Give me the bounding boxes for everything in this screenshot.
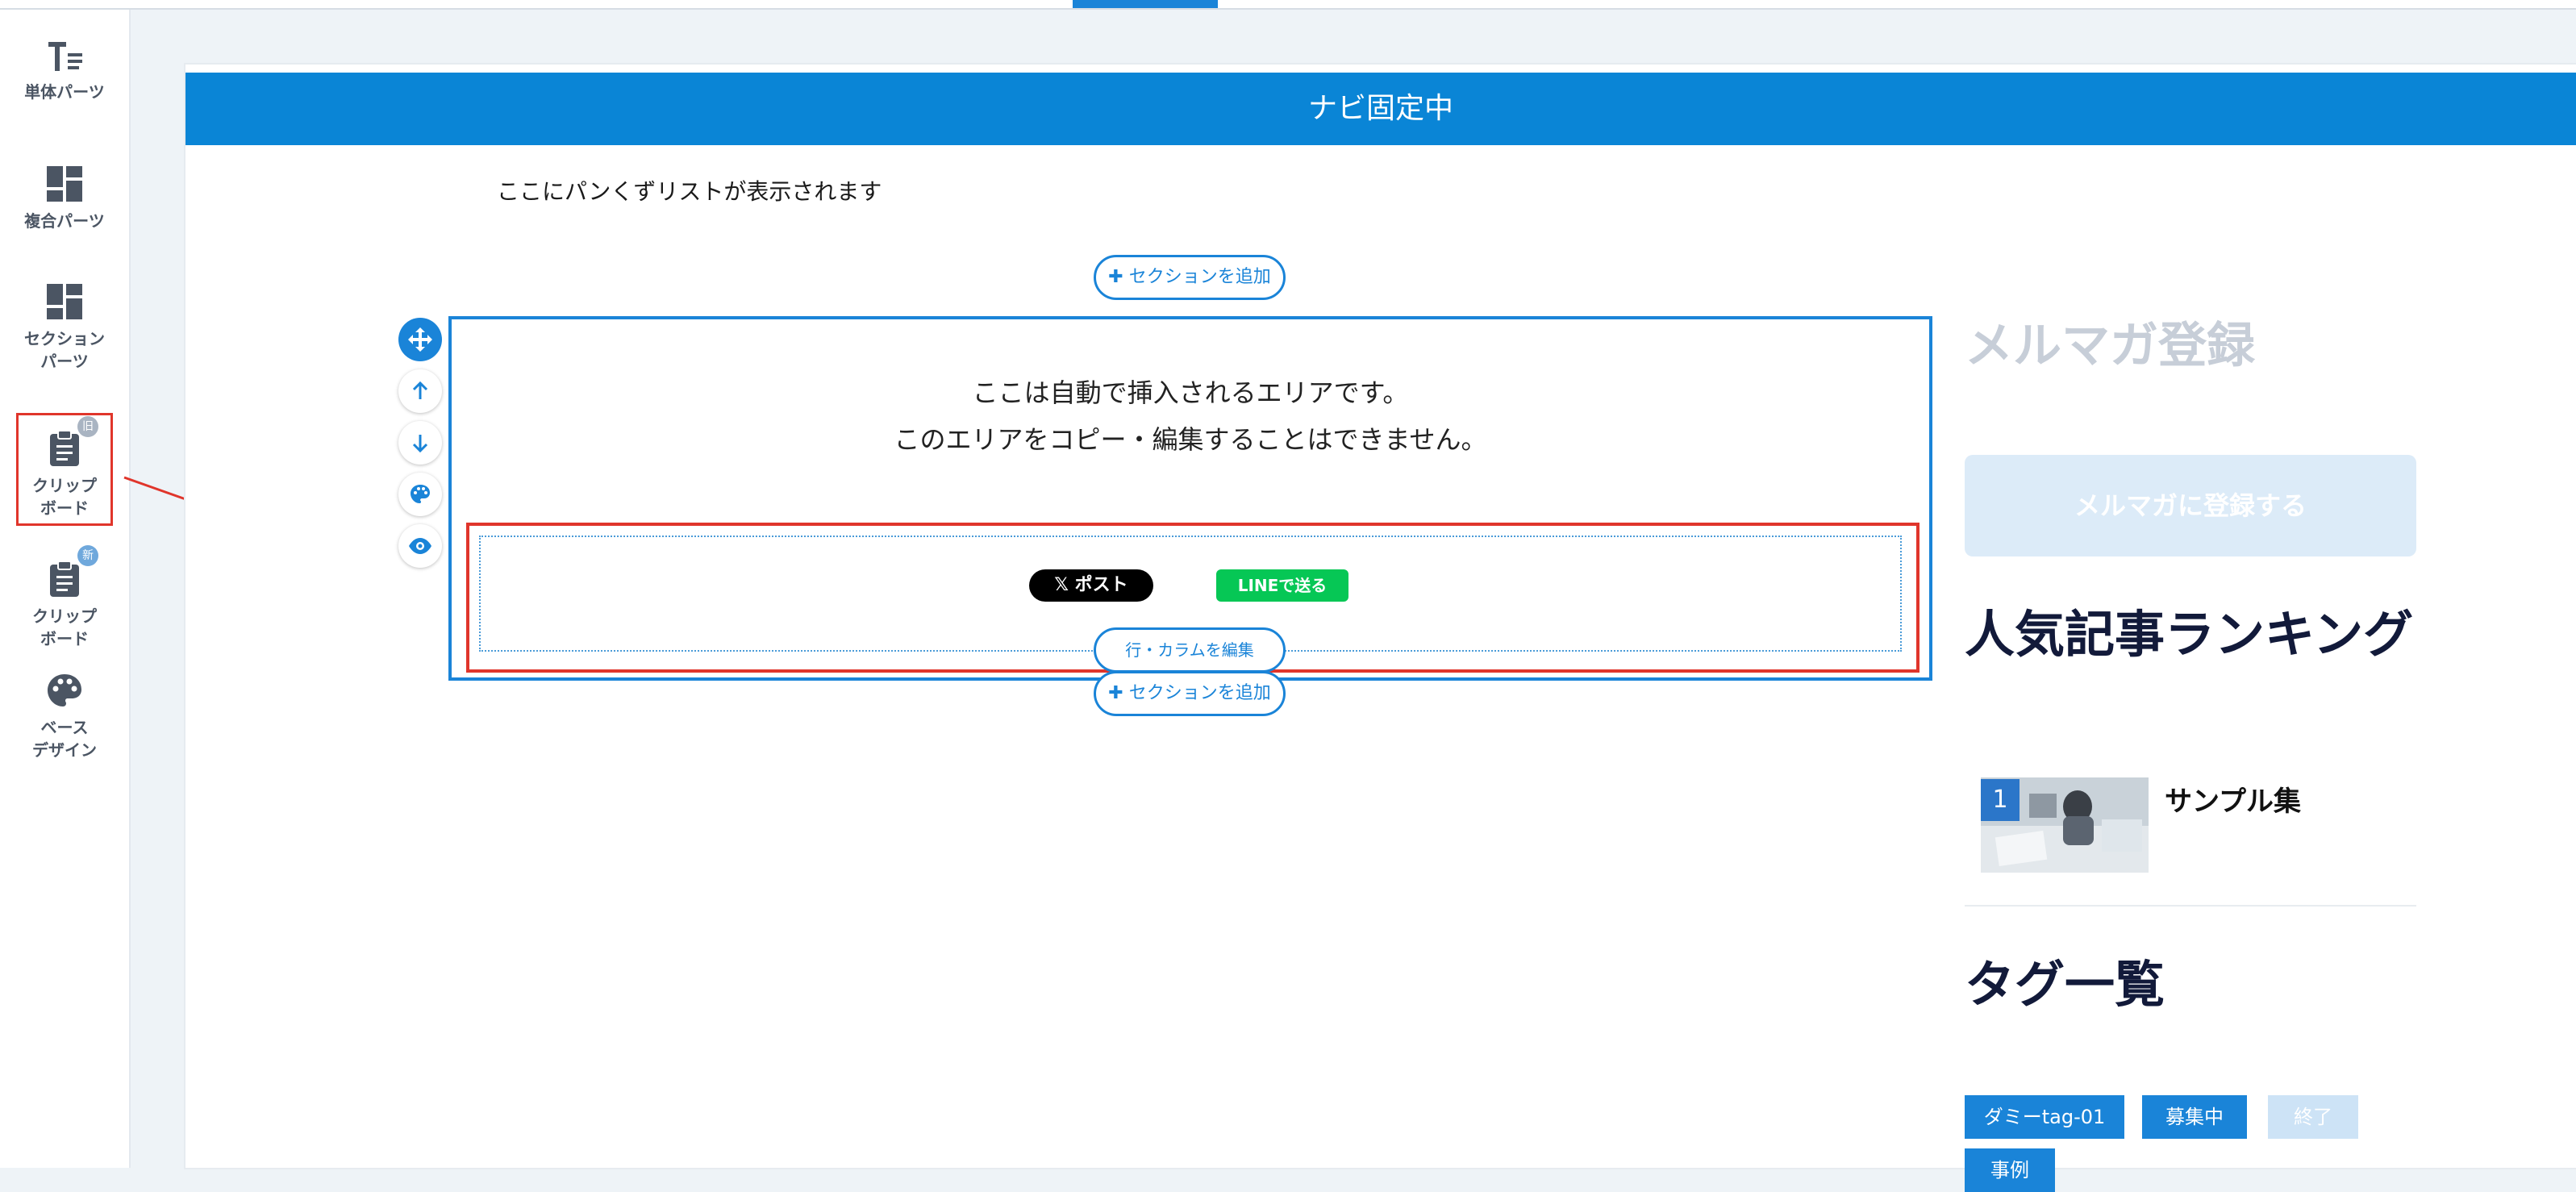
top-bar [0,0,2576,10]
clipboard-icon [50,561,79,597]
tool-composite-parts-label: 複合パーツ [24,211,105,231]
eye-icon [409,538,431,554]
section-parts-icon [47,284,82,319]
tool-base-design-label: ベース デザイン [32,718,97,760]
newsletter-title: メルマガ登録 [1965,318,2255,374]
tool-single-parts-label: 単体パーツ [24,82,105,102]
move-down-button[interactable] [398,421,442,465]
visibility-button[interactable] [398,524,442,568]
badge-new: 新 [77,545,98,566]
move-up-button[interactable] [398,369,442,413]
tool-single-parts[interactable]: 単体パーツ [0,39,129,103]
active-tab-indicator [1073,0,1218,8]
grid-parts-icon [47,166,82,202]
tags-heading: タグ一覧 [1965,955,2165,1014]
newsletter-subscribe-button[interactable]: メルマガに登録する [1965,455,2416,556]
ranking-divider [1965,905,2416,907]
move-button[interactable] [398,318,442,361]
tool-clipboard-new[interactable]: クリップ ボード [0,560,129,650]
tool-composite-parts[interactable]: 複合パーツ [0,165,129,232]
palette-icon [48,674,81,706]
tool-section-parts-label: セクション パーツ [24,329,105,371]
move-icon [408,327,432,352]
ranking-number: 1 [1981,779,2020,821]
add-section-button-top[interactable]: ✚ セクションを追加 [1094,255,1286,300]
tag-item[interactable]: 事例 [1965,1148,2055,1192]
tag-item[interactable]: 終了 [2268,1095,2358,1139]
ranking-item-title[interactable]: サンプル集 [2165,779,2301,819]
add-section-button-bottom[interactable]: ✚ セクションを追加 [1094,671,1286,716]
ranking-heading: 人気記事ランキング [1965,605,2414,664]
tool-base-design[interactable]: ベース デザイン [0,673,129,761]
auto-area-line-2: このエリアをコピー・編集することはできません。 [894,424,1487,455]
x-post-button[interactable]: 𝕏 ポスト [1029,569,1153,602]
tag-item[interactable]: 募集中 [2142,1095,2247,1139]
edit-row-column-button[interactable]: 行・カラムを編集 [1094,627,1286,673]
auto-area-notice: ここは自動で挿入されるエリアです。 このエリアをコピー・編集することはできません… [452,369,1929,463]
section-style-button[interactable] [398,473,442,516]
left-toolbar: 単体パーツ 複合パーツ セクション パーツ クリップ ボード 旧 クリップ ボー… [0,10,131,1168]
text-parts-icon [48,42,82,71]
tag-item[interactable]: ダミーtag-01 [1965,1095,2124,1139]
palette-icon [411,485,430,503]
line-send-button[interactable]: LINEで送る [1216,569,1348,602]
arrow-up-icon [412,381,428,399]
auto-area-line-1: ここは自動で挿入されるエリアです。 [972,377,1409,408]
clipboard-highlight-box [16,413,113,526]
breadcrumb: ここにパンくずリストが表示されます [497,178,882,205]
tool-clipboard-new-label: クリップ ボード [32,606,97,648]
arrow-down-icon [412,435,428,453]
fixed-nav-bar: ナビ固定中 [185,73,2576,145]
tool-section-parts[interactable]: セクション パーツ [0,282,129,373]
